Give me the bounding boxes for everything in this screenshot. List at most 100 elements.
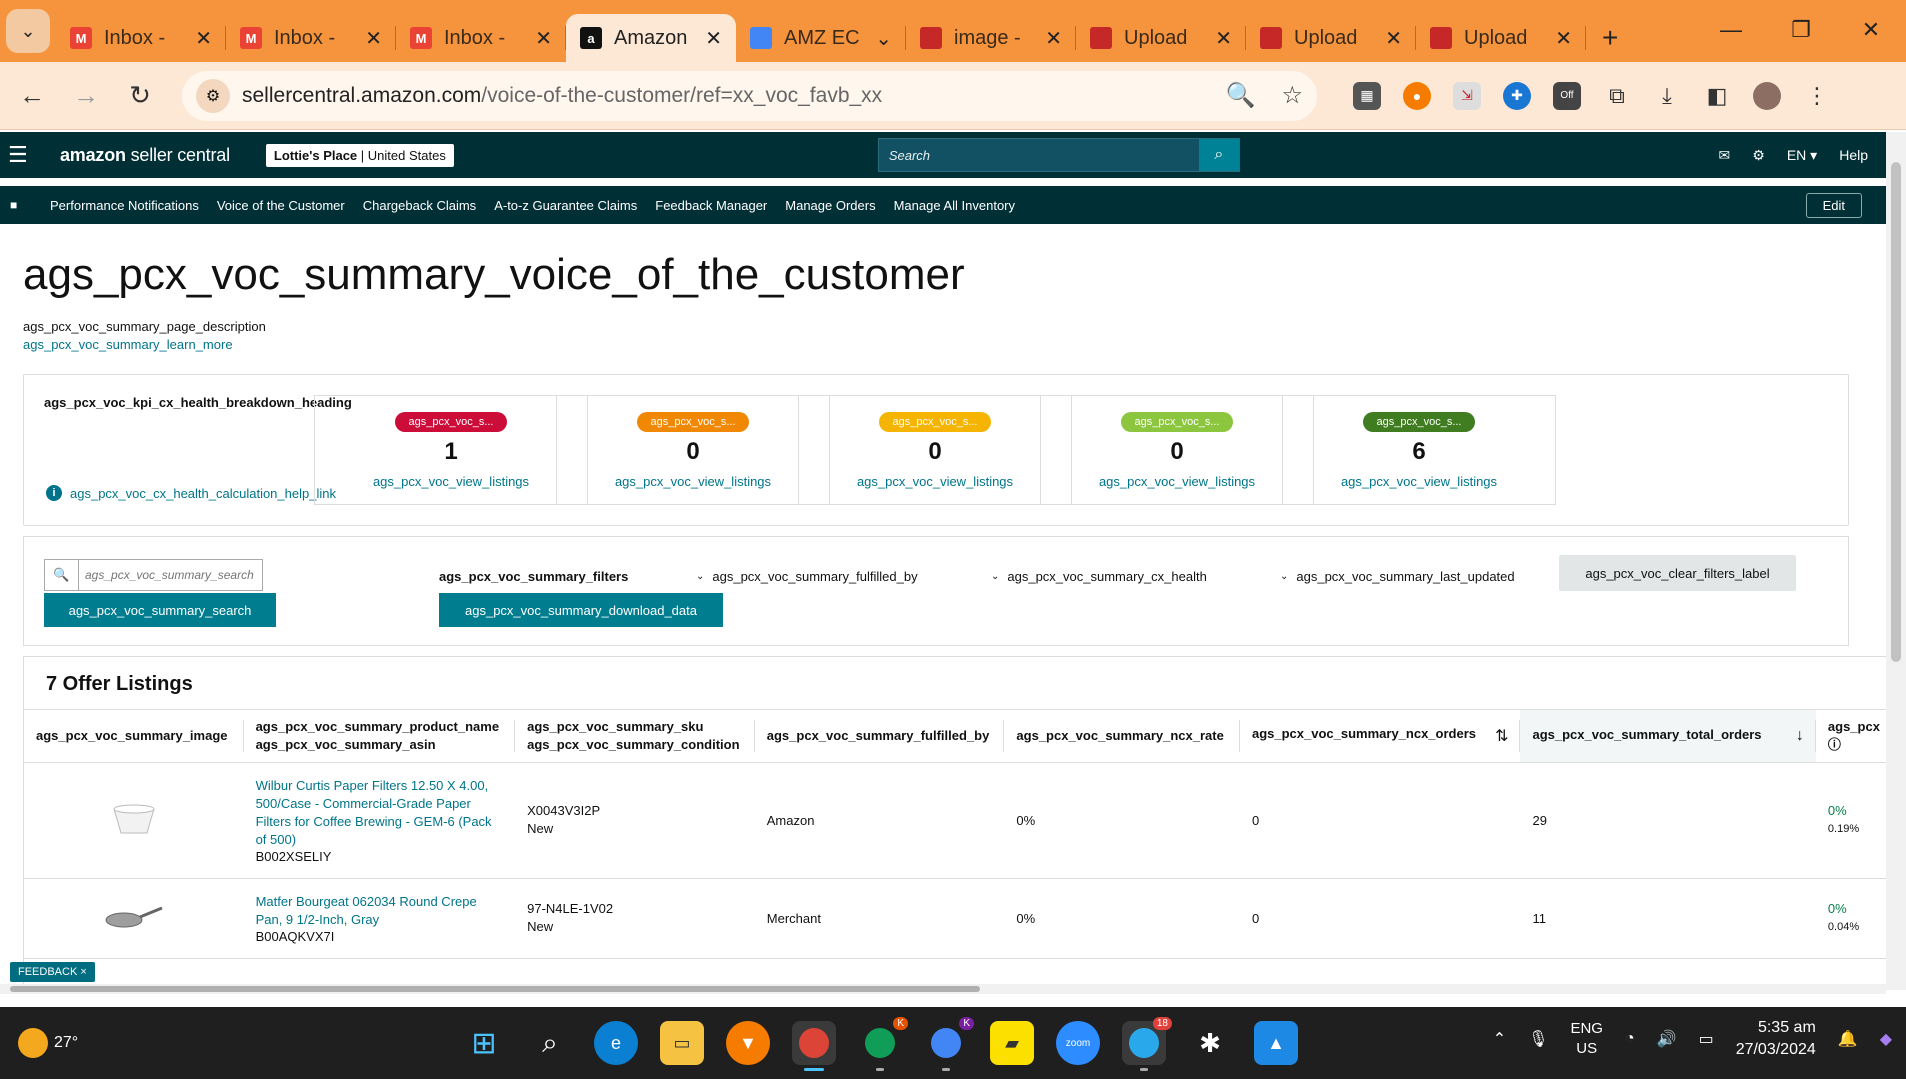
- cx-health-dropdown[interactable]: ⌄ ags_pcx_voc_summary_cx_health: [991, 569, 1207, 584]
- search-button[interactable]: ags_pcx_voc_summary_search: [44, 593, 276, 627]
- url-text[interactable]: sellercentral.amazon.com/voice-of-the-cu…: [242, 84, 1226, 108]
- input-language[interactable]: ENG US: [1570, 1019, 1603, 1059]
- sort-icon[interactable]: ⇅: [1495, 726, 1508, 746]
- feedback-button[interactable]: FEEDBACK ×: [10, 962, 95, 982]
- notifications-bell-icon[interactable]: 🔔: [1838, 1029, 1858, 1049]
- last-updated-dropdown[interactable]: ⌄ ags_pcx_voc_summary_last_updated: [1280, 569, 1515, 584]
- product-image[interactable]: [109, 801, 159, 837]
- sort-descending-icon[interactable]: ↓: [1796, 727, 1804, 745]
- nav-link[interactable]: A-to-z Guarantee Claims: [494, 198, 637, 213]
- product-name-link[interactable]: Matfer Bourgeat 062034 Round Crepe Pan, …: [256, 893, 504, 929]
- nav-link[interactable]: Manage Orders: [785, 198, 875, 213]
- column-fulfilled-by[interactable]: ags_pcx_voc_summary_fulfilled_by: [754, 710, 1005, 763]
- microphone-icon[interactable]: 🎙: [1528, 1029, 1548, 1049]
- search-taskbar-icon[interactable]: ⌕: [528, 1021, 572, 1065]
- tab-search-icon[interactable]: ⌄: [6, 9, 50, 53]
- clock[interactable]: 5:35 am 27/03/2024: [1736, 1017, 1816, 1061]
- extension-orange-icon[interactable]: ●: [1403, 81, 1431, 110]
- help-link[interactable]: Help: [1839, 147, 1868, 163]
- site-info-icon[interactable]: ⚙: [196, 78, 230, 113]
- column-ncx-rate[interactable]: ags_pcx_voc_summary_ncx_rate: [1004, 710, 1240, 763]
- address-bar[interactable]: ⚙ sellercentral.amazon.com/voice-of-the-…: [182, 70, 1317, 121]
- start-windows-icon[interactable]: ⊞: [462, 1021, 506, 1065]
- forward-icon[interactable]: →: [64, 74, 108, 118]
- slack-icon[interactable]: ✱: [1188, 1021, 1232, 1065]
- nav-link[interactable]: Voice of the Customer: [217, 198, 345, 213]
- extension-login-icon[interactable]: ⇲: [1453, 81, 1481, 110]
- tab-dropdown-icon[interactable]: ⌄: [875, 26, 892, 51]
- back-icon[interactable]: ←: [10, 74, 54, 118]
- view-listings-link[interactable]: ags_pcx_voc_view_listings: [857, 474, 1013, 489]
- tab-close-icon[interactable]: ✕: [365, 26, 382, 51]
- tab-close-icon[interactable]: ✕: [535, 26, 552, 51]
- tab-close-icon[interactable]: ✕: [1215, 26, 1232, 51]
- edit-nav-button[interactable]: Edit: [1805, 192, 1862, 218]
- minimize-icon[interactable]: —: [1696, 17, 1766, 43]
- mail-icon[interactable]: ✉: [1719, 147, 1731, 164]
- hamburger-menu-icon[interactable]: ☰: [8, 142, 38, 168]
- browser-tab[interactable]: Upload ✕: [1416, 14, 1586, 62]
- weather-widget[interactable]: 27°: [18, 1028, 78, 1058]
- chrome-profile-k-icon[interactable]: K: [858, 1017, 908, 1071]
- nav-link[interactable]: Feedback Manager: [655, 198, 767, 213]
- photos-icon[interactable]: ▲: [1254, 1021, 1298, 1065]
- chevron-up-icon[interactable]: ⌃: [1493, 1029, 1506, 1049]
- volume-icon[interactable]: 🔊: [1657, 1029, 1677, 1049]
- search-icon[interactable]: ⌕: [1198, 139, 1239, 171]
- view-listings-link[interactable]: ags_pcx_voc_view_listings: [1341, 474, 1497, 489]
- view-listings-link[interactable]: ags_pcx_voc_view_listings: [615, 474, 771, 489]
- column-total-orders[interactable]: ags_pcx_voc_summary_total_orders ↓: [1520, 710, 1817, 763]
- nav-link[interactable]: Manage All Inventory: [894, 198, 1015, 213]
- column-product-name[interactable]: ags_pcx_voc_summary_product_name ags_pcx_…: [243, 710, 516, 763]
- browser-menu-icon[interactable]: ⋮: [1803, 82, 1831, 110]
- view-listings-link[interactable]: ags_pcx_voc_view_listings: [373, 474, 529, 489]
- seller-central-logo[interactable]: amazon seller central: [60, 145, 230, 166]
- settings-gear-icon[interactable]: ⚙: [1752, 147, 1765, 164]
- vertical-scrollbar[interactable]: [1886, 132, 1906, 990]
- profile-avatar[interactable]: [1753, 81, 1781, 110]
- cx-health-help-link[interactable]: i ags_pcx_voc_cx_health_calculation_help…: [46, 485, 336, 501]
- tab-close-icon[interactable]: ✕: [195, 26, 212, 51]
- header-search-input[interactable]: Search: [879, 148, 1199, 163]
- nav-link[interactable]: Chargeback Claims: [363, 198, 476, 213]
- extension-off-icon[interactable]: Off: [1553, 81, 1581, 110]
- column-sku[interactable]: ags_pcx_voc_summary_sku ags_pcx_voc_summa…: [515, 710, 755, 763]
- store-selector[interactable]: Lottie's Place | United States: [265, 143, 454, 167]
- nav-link[interactable]: Performance Notifications: [50, 198, 199, 213]
- browser-tab[interactable]: M Inbox - ✕: [396, 14, 566, 62]
- close-window-icon[interactable]: ✕: [1836, 17, 1906, 43]
- qr-code-icon[interactable]: ▦: [1353, 81, 1381, 110]
- zoom-icon[interactable]: 🔍: [1226, 81, 1256, 110]
- browser-tab[interactable]: image - ✕: [906, 14, 1076, 62]
- browser-tab[interactable]: AMZ EC ⌄: [736, 14, 906, 62]
- side-panel-icon[interactable]: ◧: [1703, 82, 1731, 110]
- chrome-icon[interactable]: [792, 1021, 836, 1071]
- file-explorer-icon[interactable]: ▭: [660, 1021, 704, 1065]
- download-icon[interactable]: ⤓: [1653, 82, 1681, 110]
- tab-close-icon[interactable]: ✕: [1555, 26, 1572, 51]
- header-search[interactable]: Search ⌕: [877, 138, 1240, 172]
- fulfilled-by-dropdown[interactable]: ⌄ ags_pcx_voc_summary_fulfilled_by: [696, 569, 918, 584]
- tab-close-icon[interactable]: ✕: [1385, 26, 1402, 51]
- new-tab-button[interactable]: +: [1602, 22, 1618, 54]
- battery-icon[interactable]: ▭: [1699, 1029, 1714, 1049]
- brave-shield-icon[interactable]: ▼: [726, 1021, 770, 1065]
- view-listings-link[interactable]: ags_pcx_voc_view_listings: [1099, 474, 1255, 489]
- restore-icon[interactable]: ❐: [1766, 17, 1836, 43]
- wifi-icon[interactable]: ◔: [1625, 1030, 1635, 1048]
- tab-close-icon[interactable]: ✕: [1045, 26, 1062, 51]
- clear-filters-button[interactable]: ags_pcx_voc_clear_filters_label: [1559, 555, 1796, 591]
- edge-icon[interactable]: e: [594, 1021, 638, 1065]
- download-data-button[interactable]: ags_pcx_voc_summary_download_data: [439, 593, 723, 627]
- listing-search-input[interactable]: [79, 568, 259, 582]
- copilot-icon[interactable]: ◆: [1880, 1029, 1892, 1049]
- language-selector[interactable]: EN ▾: [1787, 147, 1817, 164]
- product-image[interactable]: [104, 902, 164, 932]
- browser-tab[interactable]: M Inbox - ✕: [226, 14, 396, 62]
- browser-tab[interactable]: Upload ✕: [1246, 14, 1416, 62]
- browser-tab[interactable]: Upload ✕: [1076, 14, 1246, 62]
- product-name-link[interactable]: Wilbur Curtis Paper Filters 12.50 X 4.00…: [256, 777, 504, 849]
- extensions-puzzle-icon[interactable]: ⧉: [1603, 82, 1631, 110]
- extension-blue-icon[interactable]: ✚: [1503, 81, 1531, 110]
- zoom-icon[interactable]: zoom: [1056, 1021, 1100, 1065]
